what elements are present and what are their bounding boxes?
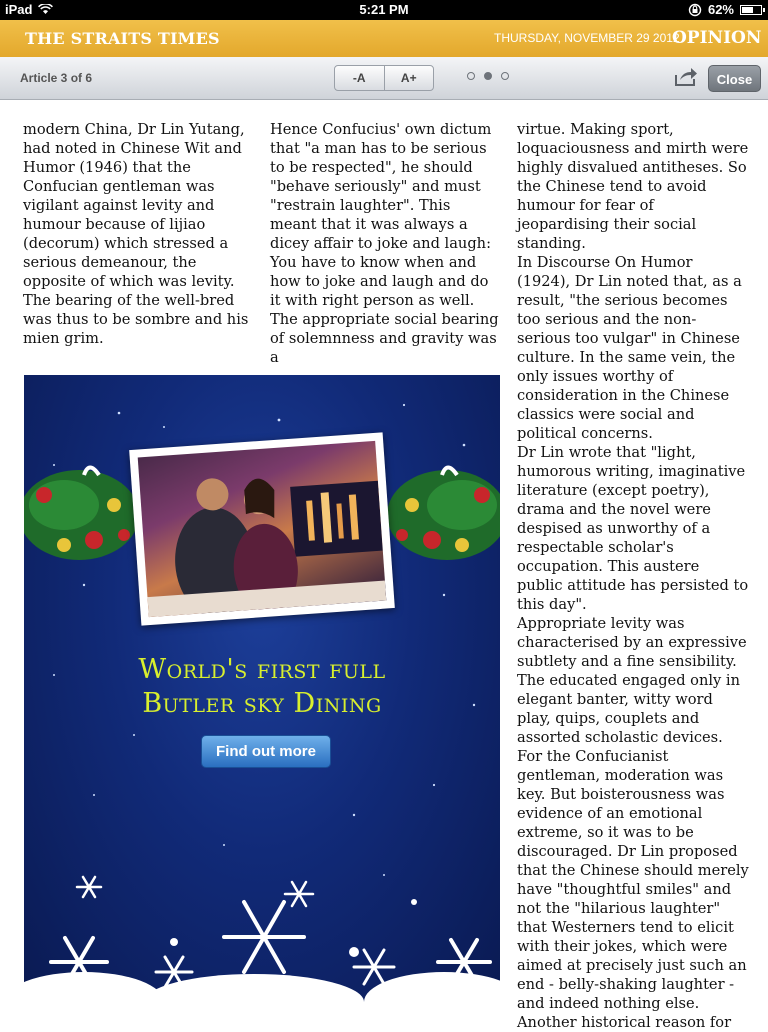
- christmas-garland-right: [387, 465, 500, 560]
- ad-headline-line-2: Butler sky Dining: [142, 688, 382, 719]
- article-column-2: Hence Confucius' own dictum that "a man …: [270, 120, 500, 367]
- close-button[interactable]: Close: [708, 65, 761, 92]
- status-bar: iPad 5:21 PM 62%: [0, 0, 768, 20]
- dining-photo: [129, 432, 395, 626]
- find-out-more-button[interactable]: Find out more: [201, 735, 331, 768]
- paragraph: Hence Confucius' own dictum that "a man …: [270, 121, 492, 309]
- masthead: THE STRAITS TIMES THURSDAY, NOVEMBER 29 …: [0, 20, 768, 57]
- paragraph: modern China, Dr Lin Yutang, had noted i…: [23, 121, 249, 347]
- section-title: OPINION: [672, 28, 762, 48]
- page-dot[interactable]: [467, 72, 475, 80]
- share-icon[interactable]: [674, 67, 698, 87]
- increase-font-button[interactable]: A+: [385, 66, 434, 90]
- article-column-1: modern China, Dr Lin Yutang, had noted i…: [23, 120, 251, 348]
- newspaper-logo: THE STRAITS TIMES: [25, 29, 220, 48]
- paragraph: Appropriate levity was characterised by …: [517, 615, 747, 746]
- advertisement-banner[interactable]: World's first full Butler sky Dining Fin…: [24, 375, 500, 1002]
- page-dot[interactable]: [484, 72, 492, 80]
- font-size-control: -A A+: [334, 65, 434, 91]
- clock: 5:21 PM: [359, 2, 409, 17]
- page-indicator[interactable]: [467, 72, 509, 80]
- christmas-garland-left: [24, 465, 139, 560]
- paragraph: The appropriate social bearing of solemn…: [270, 311, 499, 366]
- paragraph: For the Confucianist gentleman, moderati…: [517, 748, 749, 1012]
- paragraph: virtue. Making sport, loquaciousness and…: [517, 121, 749, 252]
- decrease-font-button[interactable]: -A: [335, 66, 385, 90]
- issue-date: THURSDAY, NOVEMBER 29 2012: [494, 31, 680, 45]
- battery-percent: 62%: [707, 2, 734, 17]
- ad-headline: World's first full Butler sky Dining: [24, 653, 500, 721]
- paragraph: Another historical reason for: [517, 1014, 732, 1031]
- article-counter: Article 3 of 6: [20, 71, 93, 85]
- ad-headline-line-1: World's first full: [138, 654, 386, 685]
- paragraph: Dr Lin wrote that "light, humorous writi…: [517, 444, 749, 613]
- snowflakes-decoration: [24, 875, 500, 1002]
- paragraph: In Discourse On Humor (1924), Dr Lin not…: [517, 254, 742, 442]
- page-dot[interactable]: [501, 72, 509, 80]
- battery-icon: [740, 4, 765, 15]
- article-toolbar: Article 3 of 6 -A A+ Close: [0, 57, 768, 100]
- battery-level: [742, 6, 753, 13]
- rotation-lock-icon: [688, 3, 702, 16]
- article-column-3: virtue. Making sport, loquaciousness and…: [517, 120, 749, 1032]
